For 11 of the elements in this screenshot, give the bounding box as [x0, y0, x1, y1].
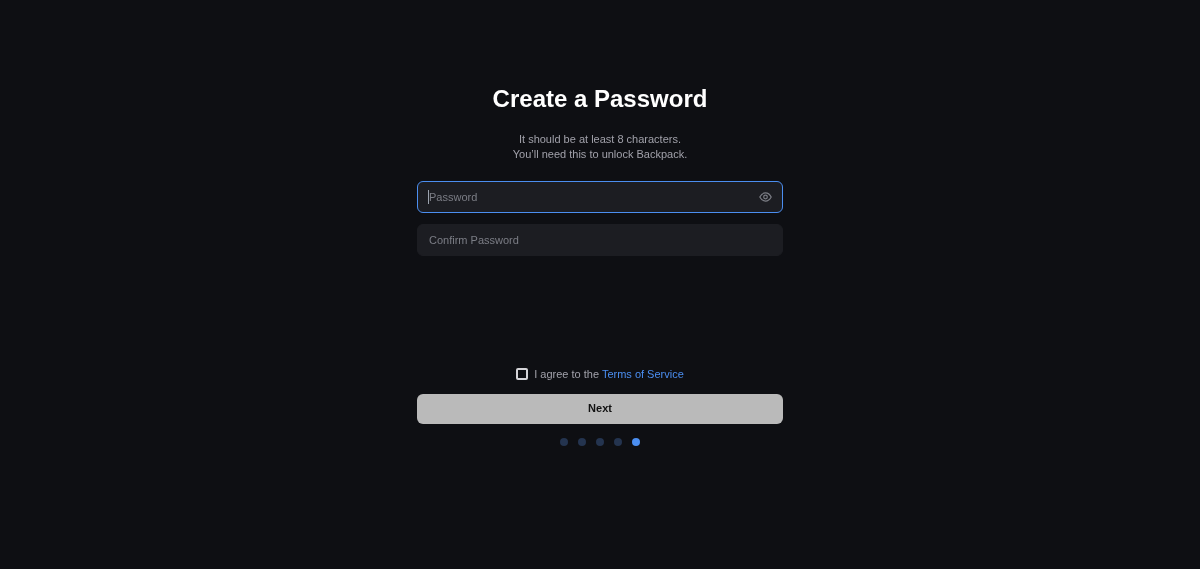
checkbox[interactable]	[516, 368, 529, 381]
eye-icon[interactable]	[759, 192, 772, 202]
next-button[interactable]: Next	[417, 393, 783, 424]
input-field[interactable]: Confirm Password	[417, 224, 783, 256]
agreement-text: I agree to the Terms of Service	[534, 367, 684, 382]
subtitle-text: It should be at least 8 characters.	[518, 132, 681, 147]
terms-link[interactable]: Terms of Service	[601, 368, 684, 380]
input-field[interactable]: Password	[417, 181, 783, 213]
subtitle-text: You’ll need this to unlock Backpack.	[512, 147, 688, 162]
page-title: Create a Password	[492, 84, 708, 114]
text-cursor	[428, 190, 429, 204]
